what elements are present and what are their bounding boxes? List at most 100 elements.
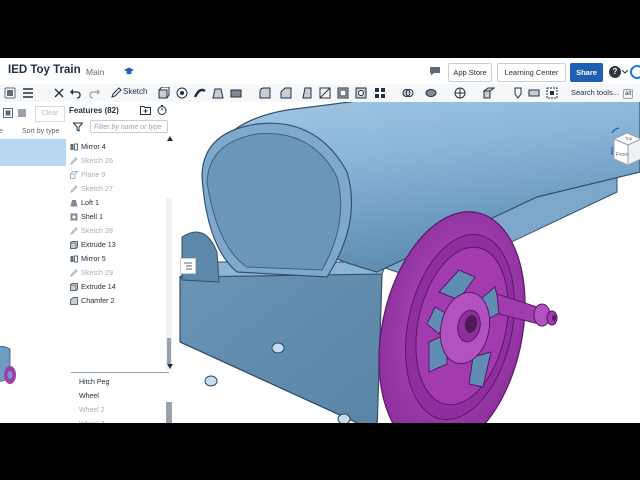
list-tree-icon xyxy=(184,262,192,270)
shell-icon[interactable] xyxy=(337,87,349,99)
graduation-cap-icon[interactable] xyxy=(124,66,134,76)
feature-list: Mirror 4 Sketch 26 Plane 9 Sketch 27 Loft 1 S… xyxy=(67,140,175,308)
document-title[interactable]: IED Toy Train xyxy=(8,64,81,76)
filter-toggle-icon[interactable] xyxy=(3,108,13,118)
search-tools-input[interactable]: Search tools... alt C xyxy=(567,86,640,113)
feature-item-label: Loft 1 xyxy=(81,198,99,207)
list-view-icon[interactable] xyxy=(22,87,34,99)
feature-tree-toggle[interactable] xyxy=(180,258,196,274)
graphics-viewport[interactable]: Top Front xyxy=(177,102,640,423)
close-panel-icon[interactable] xyxy=(53,87,65,99)
features-title: Features (82) xyxy=(69,106,119,115)
split-icon[interactable] xyxy=(425,87,437,99)
part-item[interactable]: Wheel 3 xyxy=(67,418,175,423)
transform-icon[interactable] xyxy=(454,87,466,99)
parts-stack-icon[interactable] xyxy=(17,108,27,118)
rollback-timer-icon[interactable] xyxy=(157,105,167,115)
feature-item[interactable]: Chamfer 2 xyxy=(67,294,175,308)
part-thumbnail[interactable] xyxy=(0,339,24,401)
add-folder-icon[interactable] xyxy=(140,105,151,115)
feature-item-label: Chamfer 2 xyxy=(81,296,115,305)
draft-icon[interactable] xyxy=(301,87,313,99)
feature-item[interactable]: Extrude 13 xyxy=(67,238,175,252)
feature-list-scrollbar[interactable] xyxy=(166,198,172,370)
feature-item-label: Shell 1 xyxy=(81,212,103,221)
sketch-icon xyxy=(70,157,78,165)
feature-item-label: Mirror 5 xyxy=(81,254,106,263)
parts-list-icon[interactable] xyxy=(4,87,16,99)
filter-icon[interactable] xyxy=(73,122,83,132)
feature-toolbar: Sketch Search tools... alt C xyxy=(0,84,640,113)
feature-item-label: Mirror 4 xyxy=(81,142,106,151)
help-icon[interactable]: ? xyxy=(609,66,621,78)
feature-item[interactable]: Mirror 5 xyxy=(67,252,175,266)
feature-list-panel: Features (82) Filter by name or type Mir… xyxy=(67,102,178,423)
sketch-icon xyxy=(70,185,78,193)
feature-item-label: Sketch 28 xyxy=(81,226,113,235)
measure-icon[interactable] xyxy=(528,87,540,99)
sketch-icon xyxy=(70,269,78,277)
clear-button[interactable]: Clear xyxy=(35,106,65,122)
plane-icon[interactable] xyxy=(483,87,495,99)
viewcube-front-label[interactable]: Front xyxy=(616,152,629,158)
undo-icon[interactable] xyxy=(69,87,81,99)
feature-item[interactable]: Sketch 26 xyxy=(67,154,175,168)
branch-label[interactable]: Main xyxy=(86,67,104,77)
view-cube[interactable]: Top Front xyxy=(611,127,640,177)
thicken-icon[interactable] xyxy=(230,87,242,99)
loft-icon[interactable] xyxy=(212,87,224,99)
feature-item[interactable]: Sketch 29 xyxy=(67,266,175,280)
document-header: IED Toy Train Main App Store Learning Ce… xyxy=(0,58,640,85)
feature-item[interactable]: Extrude 14 xyxy=(67,280,175,294)
feature-item[interactable]: Sketch 28 xyxy=(67,224,175,238)
chevron-down-icon[interactable] xyxy=(622,70,628,74)
feature-list-scrollbar-thumb[interactable] xyxy=(167,338,171,364)
pattern-icon[interactable] xyxy=(374,87,386,99)
feature-filter-input[interactable]: Filter by name or type xyxy=(90,120,168,133)
scroll-down-icon[interactable] xyxy=(167,364,173,369)
selected-part-row[interactable] xyxy=(0,139,66,166)
sketch-button[interactable]: Sketch xyxy=(123,87,147,96)
feature-item-label: Sketch 26 xyxy=(81,156,113,165)
feature-item[interactable]: Plane 9 xyxy=(67,168,175,182)
viewcube-top-label[interactable]: Top xyxy=(625,136,633,141)
extrude-icon xyxy=(70,241,78,249)
feature-item-label: Extrude 13 xyxy=(81,240,116,249)
frame-select-icon[interactable] xyxy=(546,87,558,99)
app-store-button[interactable]: App Store xyxy=(448,63,492,82)
shell-icon xyxy=(70,213,78,221)
hole-icon[interactable] xyxy=(355,87,367,99)
part-item[interactable]: Wheel 2 xyxy=(67,404,175,418)
feature-item[interactable]: Sketch 27 xyxy=(67,182,175,196)
chamfer-icon[interactable] xyxy=(280,87,292,99)
plane-icon xyxy=(70,171,78,179)
share-button[interactable]: Share xyxy=(570,63,603,82)
feature-item[interactable]: Loft 1 xyxy=(67,196,175,210)
rib-icon[interactable] xyxy=(319,87,331,99)
column-header-fragment: e xyxy=(0,128,3,135)
chamfer-icon xyxy=(70,297,78,305)
mirror-icon xyxy=(70,143,78,151)
loft-icon xyxy=(70,200,78,207)
feature-item[interactable]: Mirror 4 xyxy=(67,140,175,154)
feature-item[interactable]: Shell 1 xyxy=(67,210,175,224)
model-view[interactable] xyxy=(177,102,640,423)
fillet-icon[interactable] xyxy=(259,87,271,99)
mate-connector-icon[interactable] xyxy=(512,87,524,99)
boolean-icon[interactable] xyxy=(402,87,414,99)
onshape-window: IED Toy Train Main App Store Learning Ce… xyxy=(0,58,640,423)
sort-by-type-button[interactable]: Sort by type xyxy=(22,128,59,135)
pencil-icon[interactable] xyxy=(110,87,122,99)
redo-icon[interactable] xyxy=(89,87,101,99)
sweep-icon[interactable] xyxy=(194,87,206,99)
part-item[interactable]: Hitch Peg xyxy=(67,376,175,390)
comments-icon[interactable] xyxy=(429,66,441,76)
parts-list-scrollbar[interactable] xyxy=(166,402,172,423)
extrude-icon[interactable] xyxy=(158,87,170,99)
panel-splitter[interactable] xyxy=(71,372,169,373)
learning-center-button[interactable]: Learning Center xyxy=(497,63,566,82)
user-avatar[interactable] xyxy=(630,65,640,79)
feature-item-label: Extrude 14 xyxy=(81,282,116,291)
part-item[interactable]: Wheel xyxy=(67,390,175,404)
revolve-icon[interactable] xyxy=(176,87,188,99)
